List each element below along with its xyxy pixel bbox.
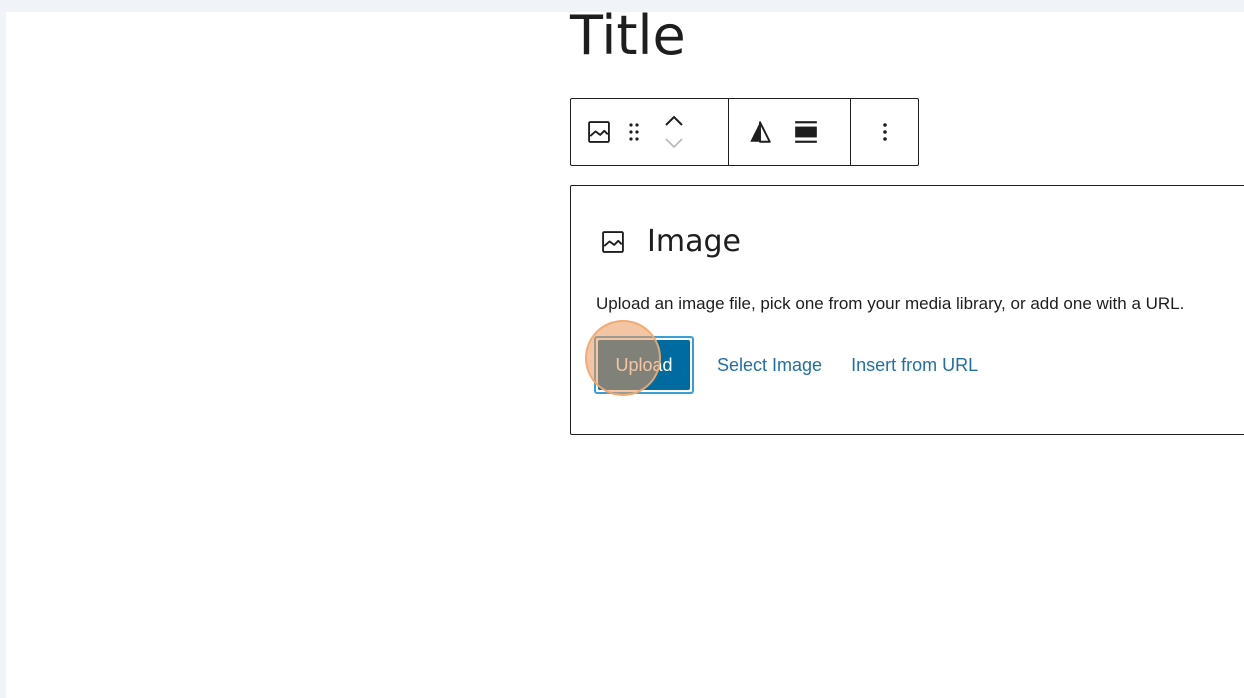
align-wide-icon[interactable] <box>793 119 819 145</box>
align-contrast-icon[interactable] <box>747 119 773 145</box>
upload-button-wrapper: Upload <box>585 320 694 396</box>
insert-from-url-button[interactable]: Insert from URL <box>851 355 978 376</box>
upload-button[interactable]: Upload <box>594 336 694 394</box>
drag-handle-icon[interactable] <box>627 120 641 144</box>
placeholder-instructions: Upload an image file, pick one from your… <box>596 294 1185 313</box>
post-title[interactable]: Title <box>570 4 686 68</box>
chevron-up-icon[interactable] <box>663 110 685 132</box>
toolbar-group-block <box>571 99 728 165</box>
block-mover <box>663 108 685 156</box>
select-image-button[interactable]: Select Image <box>717 355 822 376</box>
placeholder-label-text: Image <box>647 224 741 259</box>
toolbar-group-options <box>850 99 918 165</box>
placeholder-label: Image <box>599 224 741 260</box>
image-icon[interactable] <box>585 118 613 146</box>
image-block-placeholder[interactable]: Image Upload an image file, pick one fro… <box>570 185 1244 435</box>
more-vertical-icon[interactable] <box>881 120 889 144</box>
block-toolbar <box>570 98 919 166</box>
chevron-down-icon[interactable] <box>663 132 685 154</box>
placeholder-actions: Upload Select Image Insert from URL <box>585 320 978 396</box>
image-icon <box>599 228 627 256</box>
toolbar-group-alignment <box>728 99 850 165</box>
upload-button-label: Upload <box>598 340 690 390</box>
